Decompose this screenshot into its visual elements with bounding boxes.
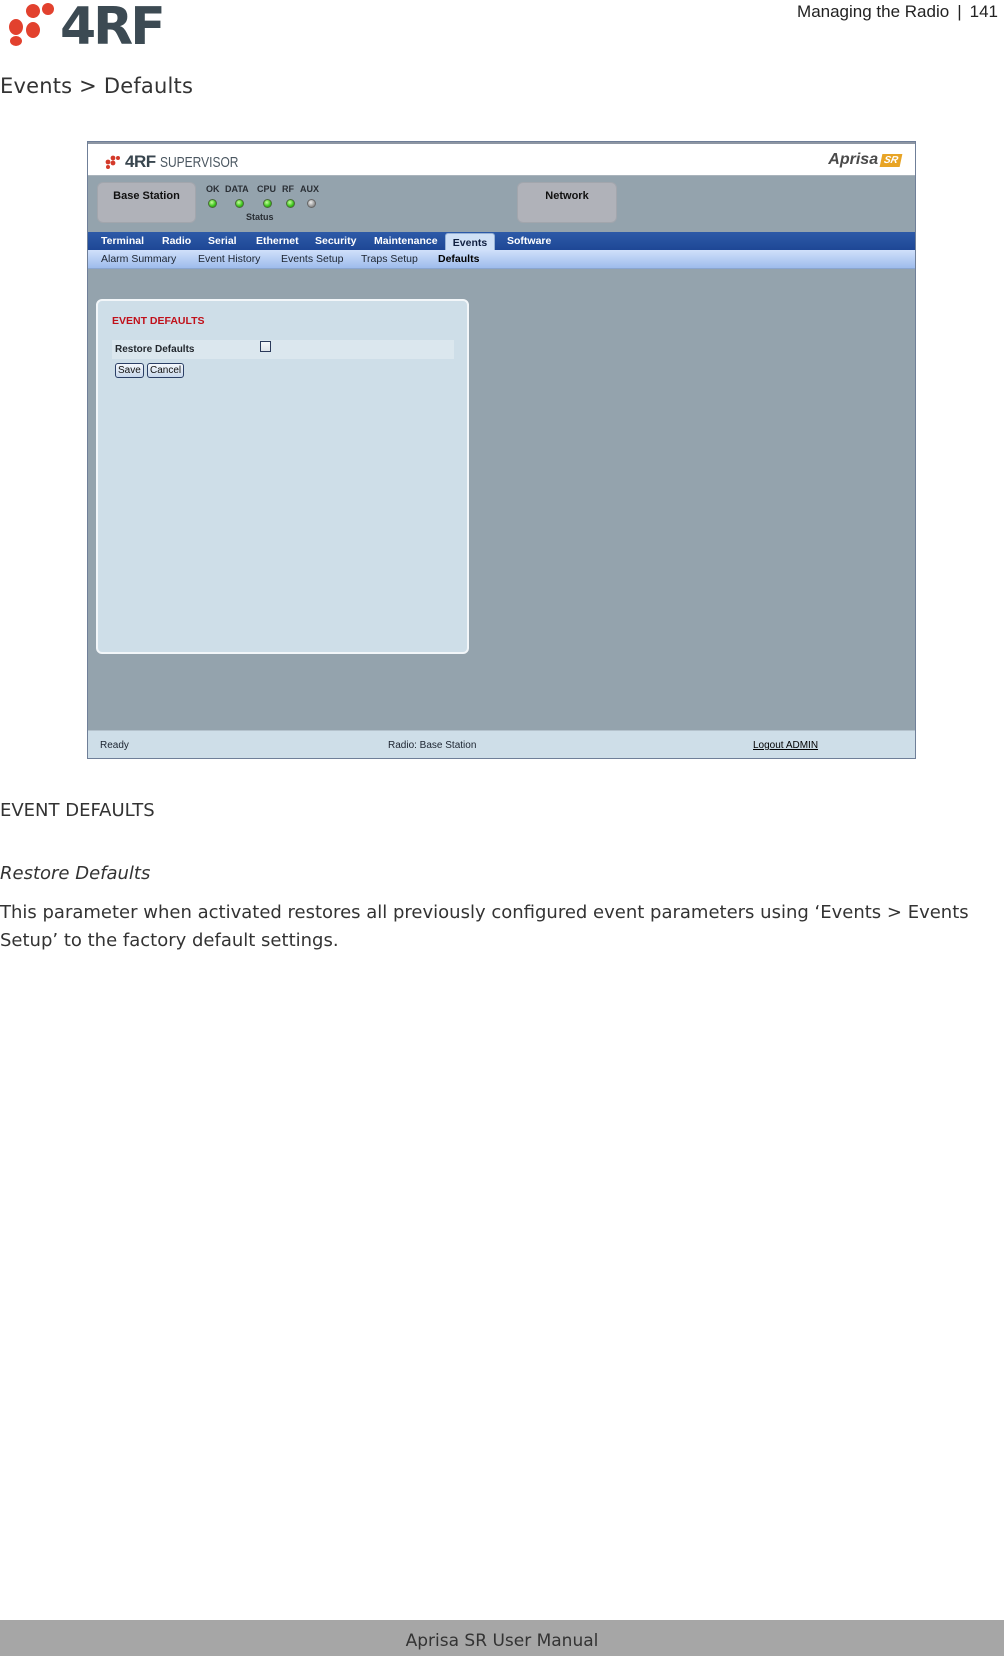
tab-radio[interactable]: Radio [157,232,196,250]
led-label-cpu: CPU [257,184,277,194]
subtab-events-setup[interactable]: Events Setup [281,250,343,269]
main-tabs: Terminal Radio Serial Ethernet Security … [88,232,915,251]
tab-ethernet[interactable]: Ethernet [251,232,304,250]
svg-text:4RF: 4RF [60,0,163,50]
panel-title: EVENT DEFAULTS [112,315,205,327]
product-name: SUPERVISOR [159,153,239,171]
header-title: Managing the Radio [797,2,950,21]
status-bar: Ready Radio: Base Station Logout ADMIN [88,730,915,758]
app-top-bar: 4RF SUPERVISOR Aprisa SR [88,142,915,176]
subtab-defaults[interactable]: Defaults [438,250,479,269]
restore-defaults-checkbox[interactable] [260,341,271,352]
supervisor-screenshot: 4RF SUPERVISOR Aprisa SR Base Station OK… [87,141,916,759]
4rf-logo: 4RF [9,0,166,50]
cancel-button[interactable]: Cancel [147,363,185,378]
event-defaults-panel: EVENT DEFAULTS Restore Defaults Save Can… [96,299,469,654]
param-title: Restore Defaults [0,863,151,884]
page-number: 141 [969,2,998,21]
save-button[interactable]: Save [115,363,144,378]
subtab-alarm-summary[interactable]: Alarm Summary [101,250,176,269]
sub-tabs: Alarm Summary Event History Events Setup… [88,250,915,269]
tab-terminal[interactable]: Terminal [96,232,149,250]
page-footer: Aprisa SR User Manual [0,1620,1004,1656]
led-label-ok: OK [206,184,220,194]
logo-dots-icon [9,3,54,46]
tab-events[interactable]: Events [445,233,495,251]
network-box[interactable]: Network [517,182,617,223]
brand-name: 4RF [125,152,156,171]
tab-serial[interactable]: Serial [203,232,242,250]
tab-software[interactable]: Software [502,232,556,250]
section-title: Events > Defaults [0,74,194,98]
led-ok-icon [208,199,217,208]
param-description: This parameter when activated restores a… [0,902,969,951]
subtab-traps-setup[interactable]: Traps Setup [361,250,418,269]
led-rf-icon [286,199,295,208]
status-label: Status [246,212,274,222]
restore-defaults-label: Restore Defaults [115,344,195,355]
status-leds: OK DATA CPU RF AUX Status [202,184,326,224]
led-aux-icon [307,199,316,208]
restore-defaults-row: Restore Defaults [112,340,454,359]
led-cpu-icon [263,199,272,208]
header-separator: | [957,2,962,21]
subtab-event-history[interactable]: Event History [198,250,260,269]
led-data-icon [235,199,244,208]
status-radio: Radio: Base Station [388,740,477,751]
status-ready: Ready [100,740,129,751]
page-header: Managing the Radio | 141 [797,2,998,22]
logout-link[interactable]: Logout ADMIN [753,740,818,751]
doc-heading: EVENT DEFAULTS [0,800,155,821]
supervisor-logo: 4RF SUPERVISOR [105,152,258,172]
aprisa-text: Aprisa [828,151,879,168]
led-label-aux: AUX [300,184,320,194]
aprisa-logo: Aprisa SR [828,151,903,169]
tab-maintenance[interactable]: Maintenance [369,232,443,250]
led-label-data: DATA [225,184,249,194]
status-area: Base Station OK DATA CPU RF AUX Status N… [88,176,915,231]
led-label-rf: RF [282,184,294,194]
logo-dots-icon [105,155,120,169]
base-station-box[interactable]: Base Station [97,182,196,223]
tab-security[interactable]: Security [310,232,361,250]
sr-badge: SR [879,153,903,167]
